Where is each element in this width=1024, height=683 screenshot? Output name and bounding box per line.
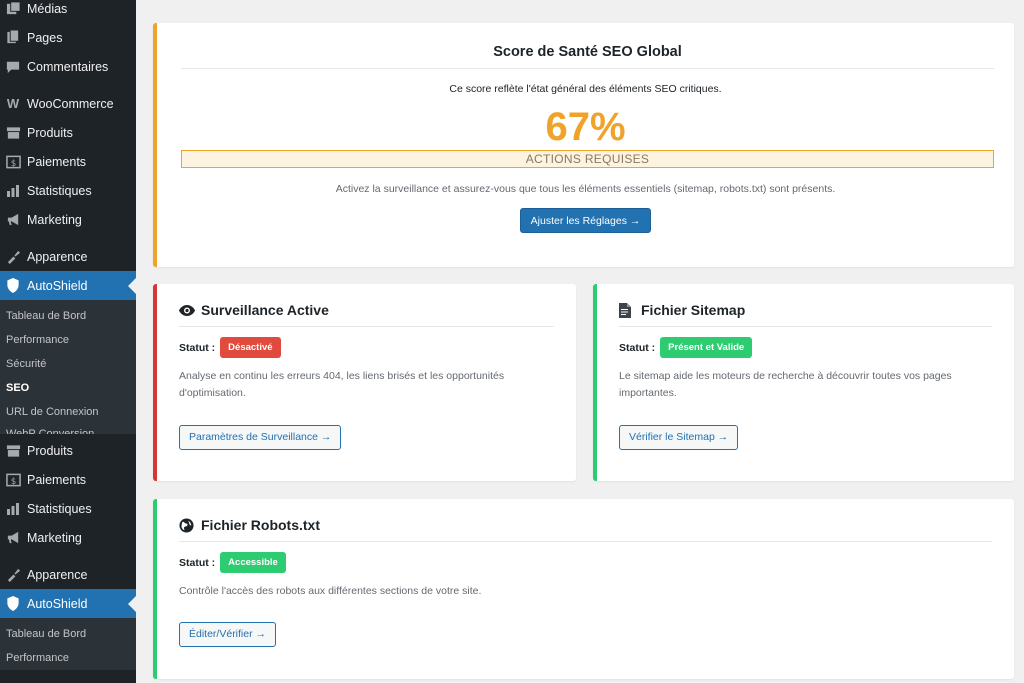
sidebar-item-apparence-2[interactable]: Apparence: [0, 560, 136, 589]
adjust-settings-button[interactable]: Ajuster les Réglages →: [519, 208, 652, 233]
score-status-bar: ACTIONS REQUISES: [181, 150, 994, 168]
robots-status: Statut : Accessible: [179, 552, 992, 573]
sidebar-item-label: Marketing: [27, 212, 82, 227]
appearance-icon: [4, 248, 22, 266]
globe-icon: [179, 517, 197, 533]
comments-icon: [4, 58, 22, 76]
shield-icon: [4, 595, 22, 613]
sidebar-item-paiements-2[interactable]: $ Paiements: [0, 465, 136, 494]
sidebar-item-marketing[interactable]: Marketing: [0, 205, 136, 234]
shield-icon: [4, 277, 22, 295]
sidebar-item-paiements[interactable]: $ Paiements: [0, 147, 136, 176]
submenu-item-url-connexion[interactable]: URL de Connexion: [0, 400, 136, 424]
status-badge: Désactivé: [220, 337, 281, 358]
sidebar-item-label: WooCommerce: [27, 96, 114, 111]
sidebar-item-label: Produits: [27, 443, 73, 458]
autoshield-submenu-2: Tableau de Bord Performance: [0, 618, 136, 670]
sidebar-item-marketing-2[interactable]: Marketing: [0, 523, 136, 552]
products-icon: [4, 124, 22, 142]
eye-icon: [179, 302, 197, 318]
status-label: Statut :: [619, 341, 656, 354]
sidebar-item-produits-2[interactable]: Produits: [0, 436, 136, 465]
submenu-item-securite[interactable]: Sécurité: [0, 352, 136, 376]
sidebar-item-label: Statistiques: [27, 501, 92, 516]
sidebar-item-label: Paiements: [27, 472, 87, 487]
edit-robots-button[interactable]: Éditer/Vérifier →: [179, 622, 277, 647]
status-badge: Présent et Valide: [660, 337, 753, 358]
robots-title: Fichier Robots.txt: [201, 517, 321, 533]
sidebar-item-label: Marketing: [27, 530, 82, 545]
admin-sidebar: Médias Pages Commentaires W WooCommerce …: [0, 0, 136, 683]
media-icon: [4, 0, 22, 18]
robots-card: Fichier Robots.txt Statut : Accessible C…: [153, 499, 1014, 679]
status-badge: Accessible: [220, 552, 286, 573]
marketing-icon: [4, 211, 22, 229]
sidebar-item-label: Commentaires: [27, 59, 109, 74]
sidebar-item-label: Statistiques: [27, 183, 92, 198]
sidebar-item-label: AutoShield: [27, 596, 88, 611]
submenu-item-webp[interactable]: WebP Conversion: [0, 424, 136, 434]
pages-icon: [4, 29, 22, 47]
seo-score-card: Score de Santé SEO Global Ce score reflè…: [153, 23, 1014, 267]
sidebar-item-label: Médias: [27, 1, 68, 16]
products-icon: [4, 442, 22, 460]
score-value: 67%: [545, 105, 626, 149]
sidebar-item-label: AutoShield: [27, 278, 88, 293]
payments-icon: $: [4, 153, 22, 171]
sitemap-text: Le sitemap aide les moteurs de recherche…: [619, 370, 952, 399]
surveillance-status: Statut : Désactivé: [179, 337, 554, 358]
sitemap-card: Fichier Sitemap Statut : Présent et Vali…: [593, 284, 1014, 481]
surveillance-title: Surveillance Active: [201, 302, 329, 318]
file-icon: [619, 302, 637, 318]
stats-icon: [4, 500, 22, 518]
sidebar-item-autoshield-2[interactable]: AutoShield: [0, 589, 136, 618]
surveillance-settings-button[interactable]: Paramètres de Surveillance →: [179, 425, 342, 450]
submenu-item-performance-2[interactable]: Performance: [0, 646, 136, 670]
sidebar-item-label: Apparence: [27, 567, 88, 582]
marketing-icon: [4, 529, 22, 547]
sitemap-header: Fichier Sitemap: [619, 302, 992, 327]
submenu-item-seo[interactable]: SEO: [0, 376, 136, 400]
sidebar-item-produits[interactable]: Produits: [0, 118, 136, 147]
woocommerce-icon: W: [6, 96, 20, 111]
sitemap-title: Fichier Sitemap: [641, 302, 746, 318]
sidebar-item-woocommerce[interactable]: W WooCommerce: [0, 89, 136, 118]
submenu-item-tableau-de-bord[interactable]: Tableau de Bord: [0, 304, 136, 328]
sitemap-status: Statut : Présent et Valide: [619, 337, 992, 358]
surveillance-text: Analyse en continu les erreurs 404, les …: [179, 370, 505, 399]
sidebar-item-label: Apparence: [27, 249, 88, 264]
score-hint: Activez la surveillance et assurez-vous …: [335, 183, 836, 195]
status-label: Statut :: [179, 341, 216, 354]
stats-icon: [4, 182, 22, 200]
submenu-item-tableau-de-bord-2[interactable]: Tableau de Bord: [0, 622, 136, 646]
score-description: Ce score reflète l'état général des élém…: [449, 83, 722, 95]
surveillance-card: Surveillance Active Statut : Désactivé A…: [153, 284, 576, 481]
sidebar-item-pages[interactable]: Pages: [0, 23, 136, 52]
svg-text:$: $: [10, 475, 15, 485]
svg-text:$: $: [10, 157, 15, 167]
submenu-item-performance[interactable]: Performance: [0, 328, 136, 352]
robots-text: Contrôle l'accès des robots aux différen…: [179, 585, 482, 597]
sidebar-item-label: Produits: [27, 125, 73, 140]
sidebar-item-commentaires[interactable]: Commentaires: [0, 52, 136, 81]
score-title: Score de Santé SEO Global: [181, 44, 994, 69]
status-label: Statut :: [179, 556, 216, 569]
robots-header: Fichier Robots.txt: [179, 517, 992, 542]
sidebar-item-label: Paiements: [27, 154, 87, 169]
sidebar-item-label: Pages: [27, 30, 63, 45]
verify-sitemap-button[interactable]: Vérifier le Sitemap →: [619, 425, 739, 450]
sidebar-item-medias[interactable]: Médias: [0, 0, 136, 23]
autoshield-submenu: Tableau de Bord Performance Sécurité SEO…: [0, 300, 136, 434]
appearance-icon: [4, 566, 22, 584]
sidebar-item-autoshield[interactable]: AutoShield: [0, 271, 136, 300]
sidebar-item-statistiques[interactable]: Statistiques: [0, 176, 136, 205]
sidebar-item-statistiques-2[interactable]: Statistiques: [0, 494, 136, 523]
surveillance-header: Surveillance Active: [179, 302, 554, 327]
sidebar-item-apparence[interactable]: Apparence: [0, 242, 136, 271]
payments-icon: $: [4, 471, 22, 489]
